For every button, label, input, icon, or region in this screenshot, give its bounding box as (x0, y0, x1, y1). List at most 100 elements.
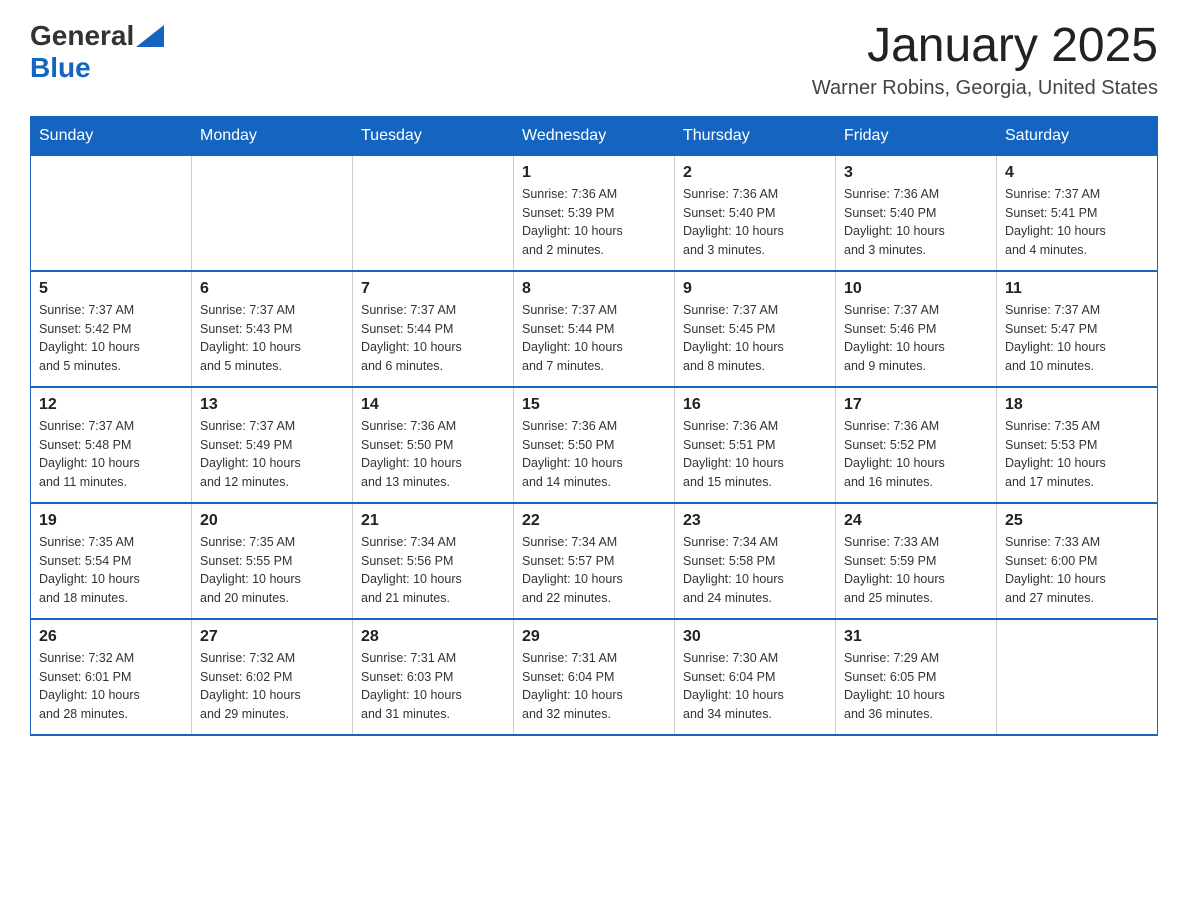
day-info: Sunrise: 7:37 AM Sunset: 5:43 PM Dayligh… (200, 301, 344, 376)
day-number: 23 (683, 512, 827, 530)
calendar-cell: 18Sunrise: 7:35 AM Sunset: 5:53 PM Dayli… (997, 387, 1158, 503)
calendar-cell: 23Sunrise: 7:34 AM Sunset: 5:58 PM Dayli… (675, 503, 836, 619)
day-number: 14 (361, 396, 505, 414)
day-number: 5 (39, 280, 183, 298)
day-number: 30 (683, 628, 827, 646)
day-info: Sunrise: 7:31 AM Sunset: 6:04 PM Dayligh… (522, 649, 666, 724)
weekday-header-monday: Monday (192, 116, 353, 155)
day-number: 8 (522, 280, 666, 298)
day-number: 17 (844, 396, 988, 414)
day-info: Sunrise: 7:37 AM Sunset: 5:47 PM Dayligh… (1005, 301, 1149, 376)
day-number: 24 (844, 512, 988, 530)
day-info: Sunrise: 7:37 AM Sunset: 5:44 PM Dayligh… (522, 301, 666, 376)
calendar-cell: 4 Sunrise: 7:37 AM Sunset: 5:41 PM Daylig… (997, 155, 1158, 271)
calendar-cell: 27 Sunrise: 7:32 AM Sunset: 6:02 PM Dayli… (192, 619, 353, 735)
day-number: 28 (361, 628, 505, 646)
day-info: Sunrise: 7:30 AM Sunset: 6:04 PM Dayligh… (683, 649, 827, 724)
calendar-cell: 29 Sunrise: 7:31 AM Sunset: 6:04 PM Dayli… (514, 619, 675, 735)
weekday-header-tuesday: Tuesday (353, 116, 514, 155)
day-info: Sunrise: 7:34 AM Sunset: 5:57 PM Dayligh… (522, 533, 666, 608)
day-number: 4 (1005, 164, 1149, 182)
calendar-table: SundayMondayTuesdayWednesdayThursdayFrid… (30, 116, 1158, 736)
day-info: Sunrise: 7:37 AM Sunset: 5:41 PM Dayligh… (1005, 185, 1149, 260)
day-number: 19 (39, 512, 183, 530)
calendar-cell (353, 155, 514, 271)
calendar-cell: 24 Sunrise: 7:33 AM Sunset: 5:59 PM Dayli… (836, 503, 997, 619)
day-number: 1 (522, 164, 666, 182)
day-info: Sunrise: 7:37 AM Sunset: 5:46 PM Dayligh… (844, 301, 988, 376)
day-info: Sunrise: 7:36 AM Sunset: 5:50 PM Dayligh… (522, 417, 666, 492)
weekday-header-sunday: Sunday (31, 116, 192, 155)
day-number: 31 (844, 628, 988, 646)
calendar-cell (997, 619, 1158, 735)
weekday-header-friday: Friday (836, 116, 997, 155)
calendar-cell: 15 Sunrise: 7:36 AM Sunset: 5:50 PM Dayli… (514, 387, 675, 503)
calendar-cell: 3Sunrise: 7:36 AM Sunset: 5:40 PM Daylig… (836, 155, 997, 271)
calendar-cell: 21Sunrise: 7:34 AM Sunset: 5:56 PM Dayli… (353, 503, 514, 619)
day-number: 9 (683, 280, 827, 298)
day-number: 2 (683, 164, 827, 182)
logo: General Blue (30, 20, 164, 84)
calendar-cell: 19 Sunrise: 7:35 AM Sunset: 5:54 PM Dayli… (31, 503, 192, 619)
day-info: Sunrise: 7:33 AM Sunset: 5:59 PM Dayligh… (844, 533, 988, 608)
day-number: 25 (1005, 512, 1149, 530)
calendar-cell: 13Sunrise: 7:37 AM Sunset: 5:49 PM Dayli… (192, 387, 353, 503)
week-row-1: 1 Sunrise: 7:36 AM Sunset: 5:39 PM Daylig… (31, 155, 1158, 271)
calendar-cell: 25 Sunrise: 7:33 AM Sunset: 6:00 PM Dayli… (997, 503, 1158, 619)
day-number: 11 (1005, 280, 1149, 298)
calendar-cell: 31 Sunrise: 7:29 AM Sunset: 6:05 PM Dayli… (836, 619, 997, 735)
calendar-cell: 5 Sunrise: 7:37 AM Sunset: 5:42 PM Daylig… (31, 271, 192, 387)
day-info: Sunrise: 7:36 AM Sunset: 5:40 PM Dayligh… (844, 185, 988, 260)
calendar-cell: 22 Sunrise: 7:34 AM Sunset: 5:57 PM Dayli… (514, 503, 675, 619)
calendar-cell: 26 Sunrise: 7:32 AM Sunset: 6:01 PM Dayli… (31, 619, 192, 735)
day-number: 10 (844, 280, 988, 298)
weekday-header-thursday: Thursday (675, 116, 836, 155)
day-info: Sunrise: 7:33 AM Sunset: 6:00 PM Dayligh… (1005, 533, 1149, 608)
day-number: 27 (200, 628, 344, 646)
calendar-cell: 2Sunrise: 7:36 AM Sunset: 5:40 PM Daylig… (675, 155, 836, 271)
calendar-cell: 28 Sunrise: 7:31 AM Sunset: 6:03 PM Dayli… (353, 619, 514, 735)
calendar-cell (31, 155, 192, 271)
day-info: Sunrise: 7:32 AM Sunset: 6:02 PM Dayligh… (200, 649, 344, 724)
day-info: Sunrise: 7:32 AM Sunset: 6:01 PM Dayligh… (39, 649, 183, 724)
calendar-cell: 6Sunrise: 7:37 AM Sunset: 5:43 PM Daylig… (192, 271, 353, 387)
week-row-4: 19 Sunrise: 7:35 AM Sunset: 5:54 PM Dayli… (31, 503, 1158, 619)
day-number: 22 (522, 512, 666, 530)
day-number: 29 (522, 628, 666, 646)
day-info: Sunrise: 7:36 AM Sunset: 5:50 PM Dayligh… (361, 417, 505, 492)
calendar-cell: 11 Sunrise: 7:37 AM Sunset: 5:47 PM Dayli… (997, 271, 1158, 387)
calendar-cell: 1 Sunrise: 7:36 AM Sunset: 5:39 PM Daylig… (514, 155, 675, 271)
day-info: Sunrise: 7:31 AM Sunset: 6:03 PM Dayligh… (361, 649, 505, 724)
day-number: 7 (361, 280, 505, 298)
calendar-cell: 7Sunrise: 7:37 AM Sunset: 5:44 PM Daylig… (353, 271, 514, 387)
day-number: 26 (39, 628, 183, 646)
logo-blue-text: Blue (30, 52, 91, 83)
week-row-2: 5 Sunrise: 7:37 AM Sunset: 5:42 PM Daylig… (31, 271, 1158, 387)
day-info: Sunrise: 7:36 AM Sunset: 5:52 PM Dayligh… (844, 417, 988, 492)
header: General Blue January 2025 Warner Robins,… (30, 20, 1158, 100)
weekday-header-row: SundayMondayTuesdayWednesdayThursdayFrid… (31, 116, 1158, 155)
day-info: Sunrise: 7:34 AM Sunset: 5:56 PM Dayligh… (361, 533, 505, 608)
day-info: Sunrise: 7:36 AM Sunset: 5:39 PM Dayligh… (522, 185, 666, 260)
day-number: 18 (1005, 396, 1149, 414)
calendar-cell: 12Sunrise: 7:37 AM Sunset: 5:48 PM Dayli… (31, 387, 192, 503)
day-number: 15 (522, 396, 666, 414)
day-info: Sunrise: 7:37 AM Sunset: 5:45 PM Dayligh… (683, 301, 827, 376)
day-info: Sunrise: 7:37 AM Sunset: 5:48 PM Dayligh… (39, 417, 183, 492)
day-info: Sunrise: 7:35 AM Sunset: 5:54 PM Dayligh… (39, 533, 183, 608)
day-info: Sunrise: 7:36 AM Sunset: 5:51 PM Dayligh… (683, 417, 827, 492)
day-info: Sunrise: 7:37 AM Sunset: 5:42 PM Dayligh… (39, 301, 183, 376)
weekday-header-saturday: Saturday (997, 116, 1158, 155)
day-info: Sunrise: 7:29 AM Sunset: 6:05 PM Dayligh… (844, 649, 988, 724)
logo-general-text: General (30, 20, 134, 52)
title-area: January 2025 Warner Robins, Georgia, Uni… (812, 20, 1158, 100)
month-title: January 2025 (812, 20, 1158, 73)
calendar-cell: 17 Sunrise: 7:36 AM Sunset: 5:52 PM Dayli… (836, 387, 997, 503)
week-row-5: 26 Sunrise: 7:32 AM Sunset: 6:01 PM Dayli… (31, 619, 1158, 735)
day-number: 16 (683, 396, 827, 414)
calendar-cell: 8 Sunrise: 7:37 AM Sunset: 5:44 PM Daylig… (514, 271, 675, 387)
calendar-cell: 14 Sunrise: 7:36 AM Sunset: 5:50 PM Dayli… (353, 387, 514, 503)
week-row-3: 12Sunrise: 7:37 AM Sunset: 5:48 PM Dayli… (31, 387, 1158, 503)
calendar-cell (192, 155, 353, 271)
weekday-header-wednesday: Wednesday (514, 116, 675, 155)
